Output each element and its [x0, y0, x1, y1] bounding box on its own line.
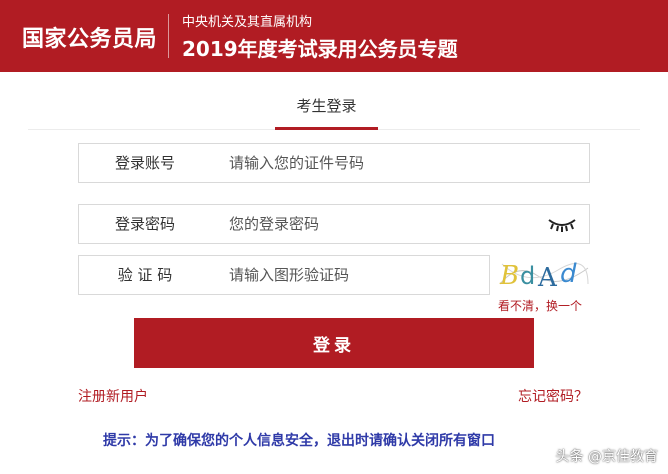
tab-active-indicator — [275, 127, 378, 130]
password-row: 登录密码 — [78, 204, 590, 244]
login-button[interactable]: 登录 — [134, 318, 534, 368]
captcha-label: 验 证 码 — [117, 266, 173, 284]
tab-candidate-login[interactable]: 考生登录 — [275, 95, 378, 116]
account-row: 登录账号 — [78, 143, 590, 183]
captcha-refresh-link[interactable]: 看不清，换一个 — [498, 297, 582, 314]
watermark: 头条 @京佳教育 — [555, 449, 658, 465]
svg-text:A: A — [537, 263, 558, 292]
register-link[interactable]: 注册新用户 — [78, 386, 148, 406]
svg-text:d: d — [560, 259, 577, 289]
account-label: 登录账号 — [114, 154, 175, 172]
eye-closed-icon[interactable] — [547, 214, 577, 234]
account-input[interactable] — [229, 144, 529, 182]
svg-text:d: d — [520, 262, 535, 290]
header-subtitle-large: 2019年度考试录用公务员专题 — [182, 37, 458, 61]
login-page: 国家公务员局 中央机关及其直属机构 2019年度考试录用公务员专题 考生登录 登… — [0, 0, 668, 474]
captcha-input[interactable] — [229, 256, 469, 294]
captcha-row: 验 证 码 — [78, 255, 490, 295]
password-label: 登录密码 — [114, 215, 175, 233]
security-tip: 提示：为了确保您的个人信息安全，退出时请确认关闭所有窗口 — [103, 433, 495, 449]
forgot-password-link[interactable]: 忘记密码？ — [518, 386, 588, 406]
header-divider — [168, 14, 169, 58]
header-banner: 国家公务员局 中央机关及其直属机构 2019年度考试录用公务员专题 — [0, 0, 668, 72]
password-input[interactable] — [229, 205, 529, 243]
captcha-image[interactable]: B d A d — [498, 254, 590, 292]
header-subtitle-small: 中央机关及其直属机构 — [182, 15, 313, 30]
svg-text:B: B — [499, 261, 519, 291]
org-name: 国家公务员局 — [22, 27, 158, 52]
